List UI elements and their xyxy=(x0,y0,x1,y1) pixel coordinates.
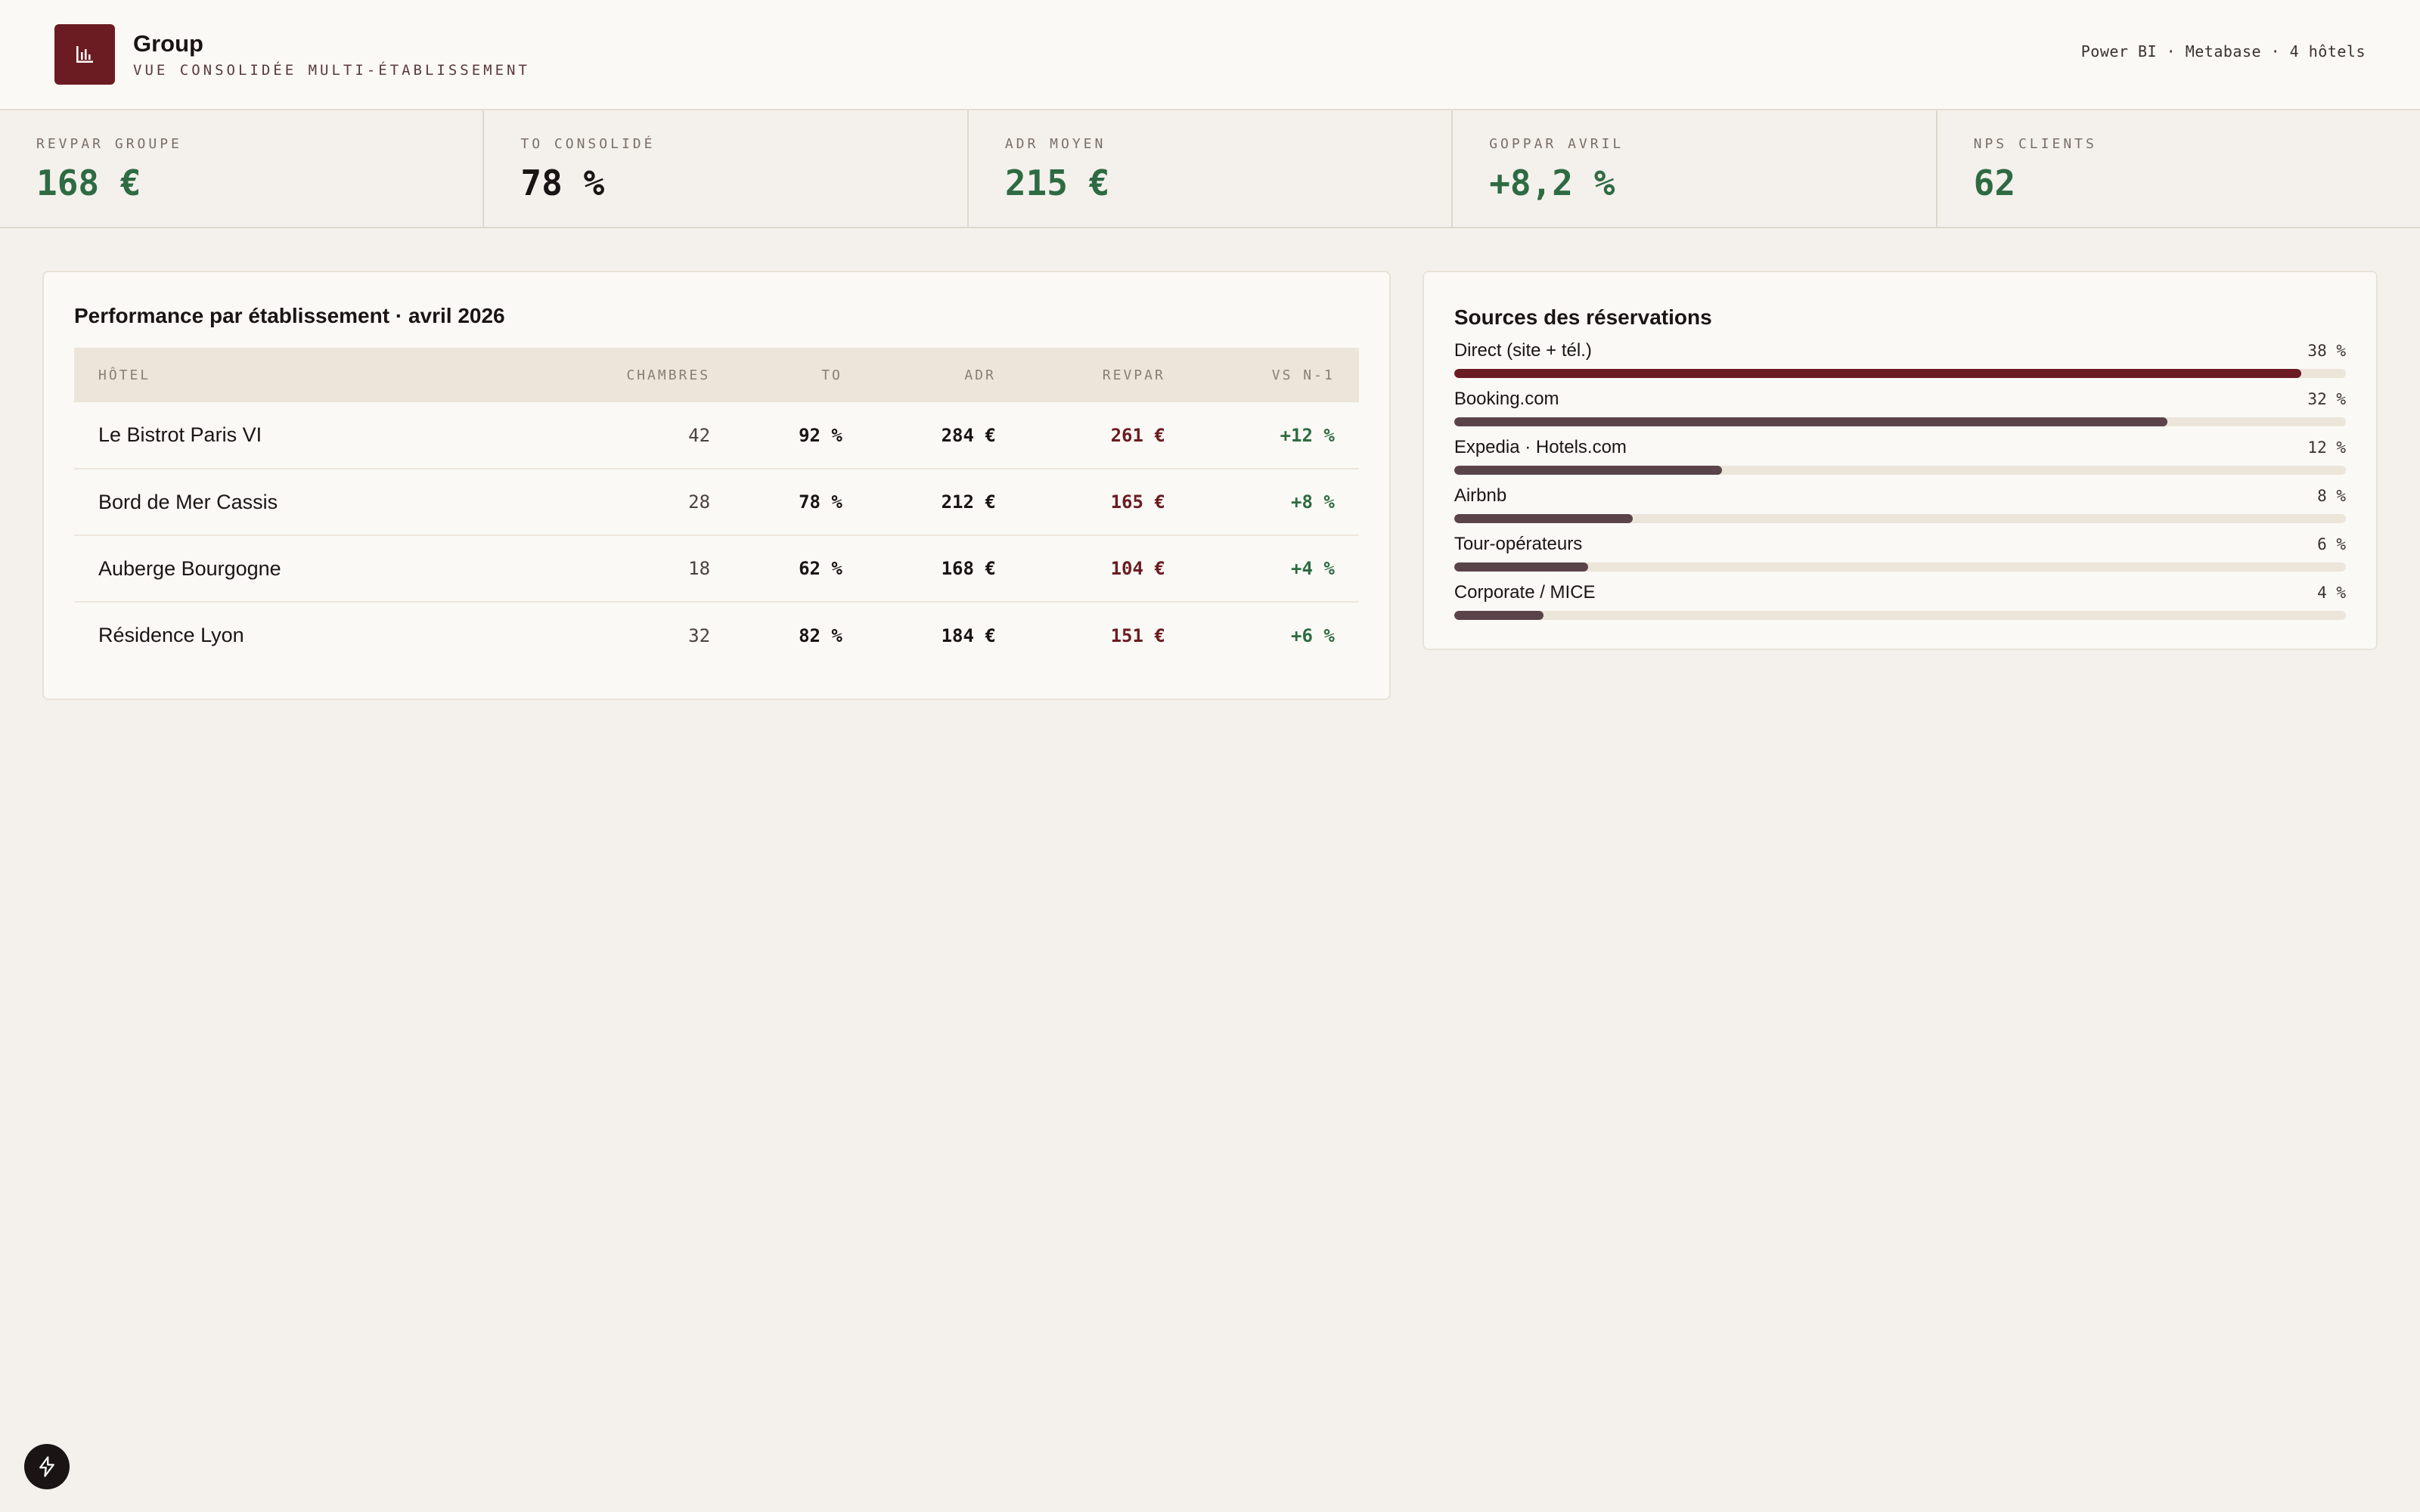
cell-to: 62 % xyxy=(734,535,867,603)
cell-adr: 184 € xyxy=(941,624,996,646)
source-pct: 6 % xyxy=(2317,535,2346,553)
cell-revpar: 151 € xyxy=(1110,624,1165,646)
cell-revpar: 261 € xyxy=(1019,402,1190,469)
source-pct: 4 % xyxy=(2317,584,2346,602)
col-to[interactable]: TO xyxy=(734,348,867,402)
source-bar-fill xyxy=(1454,369,2302,378)
cell-chambres: 32 xyxy=(688,624,711,646)
source-bar-fill xyxy=(1454,611,1544,620)
source-label: Airbnb xyxy=(1454,485,1507,506)
source-direct: Direct (site + tél.) 38 % xyxy=(1454,340,2346,378)
assistant-button[interactable] xyxy=(24,1444,70,1489)
kpi-label: GOPPAR AVRIL xyxy=(1489,136,1624,152)
cell-chambres: 28 xyxy=(524,469,735,536)
data-sources-meta: Power BI · Metabase · 4 hôtels xyxy=(2080,42,2366,60)
source-bar-fill xyxy=(1454,417,2168,426)
source-pct: 12 % xyxy=(2307,438,2346,457)
cell-adr: 212 € xyxy=(866,469,1020,536)
performance-table: HÔTEL CHAMBRES TO ADR REVPAR VS N-1 Le B… xyxy=(74,348,1359,668)
source-bar-track xyxy=(1454,466,2346,475)
cell-revpar: 165 € xyxy=(1019,469,1190,536)
source-expedia: Expedia · Hotels.com 12 % xyxy=(1454,437,2346,475)
source-bar-fill xyxy=(1454,514,1633,523)
col-revpar[interactable]: REVPAR xyxy=(1020,348,1190,402)
source-bar-track xyxy=(1454,562,2346,572)
source-pct: 32 % xyxy=(2307,390,2346,408)
performance-panel: Performance par établissement · avril 20… xyxy=(42,271,1391,700)
source-bar-fill xyxy=(1454,466,1722,475)
col-hotel[interactable]: HÔTEL xyxy=(74,348,524,402)
cell-vs-n1: +6 % xyxy=(1291,624,1335,646)
cell-to: 82 % xyxy=(799,624,842,646)
table-row[interactable]: Bord de Mer Cassis 28 78 % 212 € 165 € +… xyxy=(74,469,1359,536)
table-row[interactable]: Le Bistrot Paris VI 42 92 % 284 € 261 € … xyxy=(74,402,1359,469)
app-subtitle: VUE CONSOLIDÉE MULTI-ÉTABLISSEMENT xyxy=(133,62,530,79)
app-header: Group VUE CONSOLIDÉE MULTI-ÉTABLISSEMENT… xyxy=(0,0,2420,110)
kpi-adr-moyen: ADR MOYEN 215 € xyxy=(969,110,1454,227)
kpi-value: 215 € xyxy=(1004,163,1110,203)
source-label: Tour-opérateurs xyxy=(1454,534,1583,554)
cell-to: 92 % xyxy=(734,402,867,469)
cell-hotel: Résidence Lyon xyxy=(98,624,244,646)
app-title: Group xyxy=(133,30,203,57)
brand: Group VUE CONSOLIDÉE MULTI-ÉTABLISSEMENT xyxy=(133,30,530,79)
source-bar-track xyxy=(1454,514,2346,523)
source-bar-track xyxy=(1454,417,2346,426)
kpi-nps-clients: NPS CLIENTS 62 xyxy=(1938,110,2420,227)
kpi-to-consolide: TO CONSOLIDÉ 78 % xyxy=(484,110,969,227)
source-pct: 8 % xyxy=(2317,487,2346,505)
cell-adr: 284 € xyxy=(866,402,1020,469)
cell-hotel: Le Bistrot Paris VI xyxy=(74,402,525,469)
kpi-label: ADR MOYEN xyxy=(1004,136,1106,152)
cell-adr: 168 € xyxy=(866,535,1020,603)
kpi-value: +8,2 % xyxy=(1489,163,1615,203)
source-corporate: Corporate / MICE 4 % xyxy=(1454,582,2346,620)
lightning-icon xyxy=(39,1456,54,1477)
col-chambres[interactable]: CHAMBRES xyxy=(524,348,734,402)
source-airbnb: Airbnb 8 % xyxy=(1454,485,2346,523)
kpi-value: 168 € xyxy=(36,163,141,203)
kpi-goppar-avril: GOPPAR AVRIL +8,2 % xyxy=(1453,110,1938,227)
col-adr[interactable]: ADR xyxy=(867,348,1020,402)
sources-list: Direct (site + tél.) 38 % Booking.com 32… xyxy=(1454,340,2346,620)
source-booking: Booking.com 32 % xyxy=(1454,389,2346,426)
source-tour-operateurs: Tour-opérateurs 6 % xyxy=(1454,534,2346,572)
source-label: Booking.com xyxy=(1454,389,1559,409)
cell-vs-n1: +8 % xyxy=(1189,469,1359,536)
source-label: Corporate / MICE xyxy=(1454,582,1596,603)
kpi-value: 78 % xyxy=(520,163,605,203)
cell-vs-n1: +12 % xyxy=(1189,402,1359,469)
bar-chart-icon xyxy=(54,24,115,85)
kpi-strip: REVPAR GROUPE 168 € TO CONSOLIDÉ 78 % AD… xyxy=(0,110,2420,228)
cell-vs-n1: +4 % xyxy=(1189,535,1359,603)
cell-revpar: 104 € xyxy=(1019,535,1190,603)
source-bar-track xyxy=(1454,369,2346,378)
source-bar-track xyxy=(1454,611,2346,620)
cell-chambres: 42 xyxy=(524,402,735,469)
kpi-label: REVPAR GROUPE xyxy=(36,136,182,152)
source-pct: 38 % xyxy=(2307,342,2346,360)
source-label: Direct (site + tél.) xyxy=(1454,340,1592,361)
cell-to: 78 % xyxy=(734,469,867,536)
cell-chambres: 18 xyxy=(524,535,735,603)
cell-hotel: Bord de Mer Cassis xyxy=(74,469,525,536)
source-label: Expedia · Hotels.com xyxy=(1454,437,1627,457)
table-row[interactable]: Résidence Lyon 32 82 % 184 € 151 € +6 % xyxy=(74,602,1359,668)
kpi-revpar-groupe: REVPAR GROUPE 168 € xyxy=(0,110,485,227)
cell-hotel: Auberge Bourgogne xyxy=(74,535,525,603)
source-bar-fill xyxy=(1454,562,1588,572)
table-header-row: HÔTEL CHAMBRES TO ADR REVPAR VS N-1 xyxy=(74,348,1359,402)
col-vs-n1[interactable]: VS N-1 xyxy=(1190,348,1359,402)
kpi-label: NPS CLIENTS xyxy=(1973,136,2097,152)
kpi-value: 62 xyxy=(1973,163,2016,203)
sources-title: Sources des réservations xyxy=(1454,305,1712,329)
table-row[interactable]: Auberge Bourgogne 18 62 % 168 € 104 € +4… xyxy=(74,535,1359,603)
booking-sources-panel: Sources des réservations Direct (site + … xyxy=(1422,271,2378,650)
panels: Performance par établissement · avril 20… xyxy=(42,271,2378,700)
kpi-label: TO CONSOLIDÉ xyxy=(520,136,656,152)
performance-title: Performance par établissement · avril 20… xyxy=(74,304,505,327)
